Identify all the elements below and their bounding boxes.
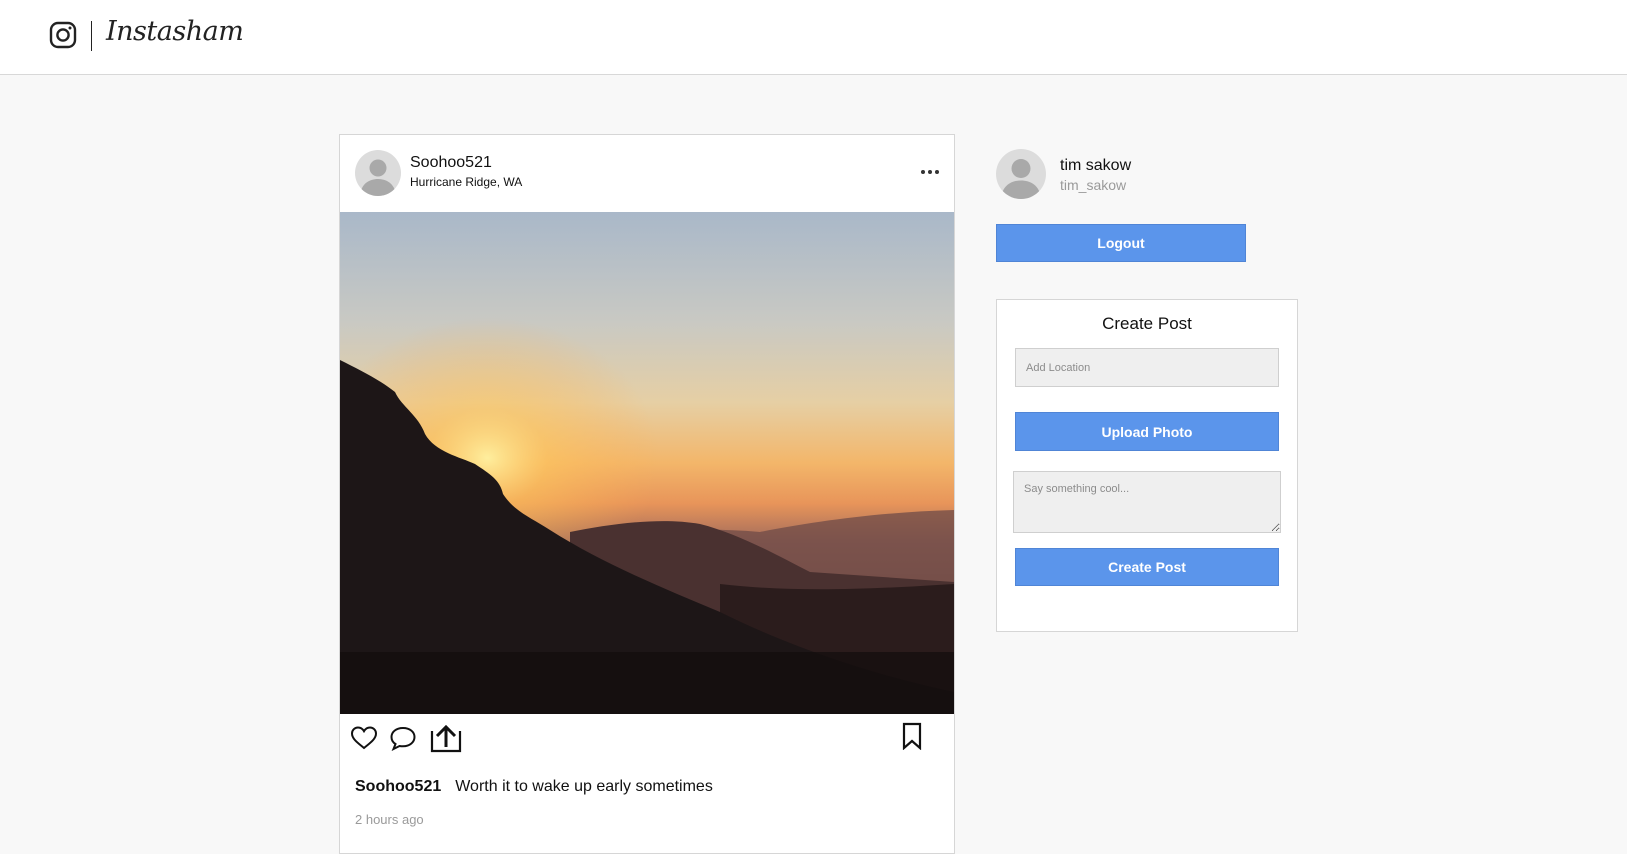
post-author-avatar[interactable] <box>355 150 401 196</box>
post-location[interactable]: Hurricane Ridge, WA <box>410 175 522 189</box>
user-full-name[interactable]: tim sakow <box>1060 157 1131 175</box>
location-input[interactable] <box>1015 348 1279 387</box>
post-username[interactable]: Soohoo521 <box>410 154 492 172</box>
header-divider <box>91 21 92 51</box>
user-avatar[interactable] <box>996 149 1046 199</box>
comment-icon[interactable] <box>389 725 417 751</box>
caption-username[interactable]: Soohoo521 <box>355 778 441 795</box>
logout-button[interactable]: Logout <box>996 224 1246 262</box>
post-caption: Soohoo521 Worth it to wake up early somet… <box>355 778 713 796</box>
heart-icon[interactable] <box>350 724 378 752</box>
post-timestamp: 2 hours ago <box>355 812 424 827</box>
instagram-camera-icon[interactable] <box>49 21 77 49</box>
create-post-button[interactable]: Create Post <box>1015 548 1279 586</box>
create-post-panel: Create Post Upload Photo Create Post <box>996 299 1298 632</box>
brand-logo[interactable]: Instasham <box>106 16 244 47</box>
top-nav: Instasham <box>0 0 1627 75</box>
bookmark-icon[interactable] <box>901 722 923 750</box>
create-post-title: Create Post <box>1102 314 1192 333</box>
share-icon[interactable] <box>430 723 462 753</box>
caption-text: Worth it to wake up early sometimes <box>455 778 713 795</box>
user-handle[interactable]: tim_sakow <box>1060 177 1126 193</box>
more-options-icon[interactable] <box>920 163 940 181</box>
post-card: Soohoo521 Hurricane Ridge, WA Soohoo521 … <box>339 134 955 854</box>
caption-textarea[interactable] <box>1013 471 1281 533</box>
post-photo[interactable] <box>340 212 954 714</box>
upload-photo-button[interactable]: Upload Photo <box>1015 412 1279 451</box>
